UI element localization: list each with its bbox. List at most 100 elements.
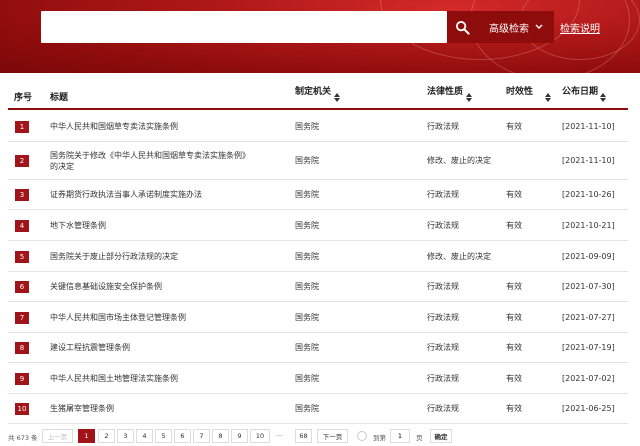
- row-index-badge: 10: [15, 403, 29, 415]
- row-title-link[interactable]: 中华人民共和国土地管理法实施条例: [50, 373, 280, 384]
- row-title-line: 生猪屠宰管理条例: [50, 404, 114, 413]
- row-authority: 国务院: [295, 374, 319, 383]
- row-title-line: 地下水管理条例: [50, 221, 106, 230]
- row-validity: 有效: [506, 343, 522, 352]
- row-index-badge: 2: [15, 155, 29, 167]
- row-nature: 行政法规: [427, 404, 459, 413]
- radio-icon[interactable]: [357, 431, 367, 441]
- table-header: 序号 标题 制定机关 法律性质 时效性 公布日期: [8, 80, 628, 110]
- table-row: 2 国务院关于修改《中华人民共和国烟草专卖法实施条例》 的决定 国务院 修改、废止的决定…: [8, 142, 628, 180]
- row-title-line: 的决定: [50, 162, 74, 171]
- row-title-link[interactable]: 地下水管理条例: [50, 220, 280, 231]
- header-title: 标题: [50, 93, 69, 103]
- search-icon: [455, 20, 470, 35]
- search-button[interactable]: [447, 11, 478, 43]
- row-title-line: 中华人民共和国土地管理法实施条例: [50, 374, 178, 383]
- table-row: 1 中华人民共和国烟草专卖法实施条例 国务院 行政法规 有效 [2021-11-10]: [8, 111, 628, 142]
- page-5[interactable]: 5: [155, 429, 172, 443]
- row-title-link[interactable]: 国务院关于废止部分行政法规的决定: [50, 251, 280, 262]
- page-2[interactable]: 2: [98, 429, 115, 443]
- row-nature: 行政法规: [427, 221, 459, 230]
- page-unit-label: 页: [416, 434, 423, 442]
- prev-page-button[interactable]: 上一页: [42, 429, 73, 443]
- row-title-link[interactable]: 中华人民共和国市场主体登记管理条例: [50, 312, 280, 323]
- row-authority: 国务院: [295, 190, 319, 199]
- page-7[interactable]: 7: [193, 429, 210, 443]
- row-index-badge: 5: [15, 251, 29, 263]
- table-row: 4 地下水管理条例 国务院 行政法规 有效 [2021-10-21]: [8, 210, 628, 241]
- row-title-link[interactable]: 中华人民共和国烟草专卖法实施条例: [50, 121, 280, 132]
- row-authority: 国务院: [295, 404, 319, 413]
- row-title-link[interactable]: 国务院关于修改《中华人民共和国烟草专卖法实施条例》 的决定: [50, 150, 280, 172]
- sort-icon[interactable]: [545, 93, 551, 102]
- row-index-badge: 8: [15, 342, 29, 354]
- row-validity: 有效: [506, 282, 522, 291]
- row-validity: 有效: [506, 374, 522, 383]
- table-row: 8 建设工程抗震管理条例 国务院 行政法规 有效 [2021-07-19]: [8, 333, 628, 363]
- page-last[interactable]: 68: [295, 429, 312, 443]
- row-nature: 行政法规: [427, 313, 459, 322]
- table-row: 6 关键信息基础设施安全保护条例 国务院 行政法规 有效 [2021-07-30]: [8, 272, 628, 302]
- advanced-search-button[interactable]: 高级检索: [478, 11, 554, 43]
- page-9[interactable]: 9: [231, 429, 248, 443]
- row-title-line: 建设工程抗震管理条例: [50, 343, 130, 352]
- row-title-link[interactable]: 生猪屠宰管理条例: [50, 403, 280, 414]
- row-nature: 行政法规: [427, 122, 459, 131]
- row-validity: 有效: [506, 190, 522, 199]
- table-row: 9 中华人民共和国土地管理法实施条例 国务院 行政法规 有效 [2021-07-02]: [8, 363, 628, 394]
- header-nature[interactable]: 法律性质: [427, 84, 463, 97]
- row-authority: 国务院: [295, 156, 319, 165]
- row-title-line: 证券期货行政执法当事人承诺制度实施办法: [50, 190, 202, 199]
- sort-icon[interactable]: [600, 93, 606, 102]
- goto-label: 到第: [373, 434, 386, 442]
- page-3[interactable]: 3: [117, 429, 134, 443]
- row-title-link[interactable]: 建设工程抗震管理条例: [50, 342, 280, 353]
- header-validity[interactable]: 时效性: [506, 84, 533, 97]
- search-input[interactable]: [41, 11, 447, 43]
- row-nature: 行政法规: [427, 190, 459, 199]
- row-validity: 有效: [506, 313, 522, 322]
- row-date: [2021-10-21]: [562, 221, 615, 230]
- row-date: [2021-07-27]: [562, 313, 615, 322]
- row-title-line: 关键信息基础设施安全保护条例: [50, 282, 162, 291]
- table-row: 10 生猪屠宰管理条例 国务院 行政法规 有效 [2021-06-25]: [8, 394, 628, 424]
- advanced-search-label: 高级检索: [489, 23, 529, 35]
- row-authority: 国务院: [295, 313, 319, 322]
- row-nature: 行政法规: [427, 374, 459, 383]
- row-authority: 国务院: [295, 343, 319, 352]
- sort-icon[interactable]: [334, 93, 340, 102]
- row-date: [2021-07-19]: [562, 343, 615, 352]
- row-title-link[interactable]: 证券期货行政执法当事人承诺制度实施办法: [50, 189, 280, 200]
- row-date: [2021-07-02]: [562, 374, 615, 383]
- goto-confirm-button[interactable]: 确定: [430, 429, 452, 443]
- row-validity: 有效: [506, 404, 522, 413]
- page-6[interactable]: 6: [174, 429, 191, 443]
- header-date[interactable]: 公布日期: [562, 84, 598, 97]
- row-title-link[interactable]: 关键信息基础设施安全保护条例: [50, 281, 280, 292]
- pagination: 共 673 条 上一页 1 2 3 4 5 6 7 8 9 10 ··· 68 …: [0, 428, 640, 446]
- row-authority: 国务院: [295, 252, 319, 261]
- page-8[interactable]: 8: [212, 429, 229, 443]
- table-row: 3 证券期货行政执法当事人承诺制度实施办法 国务院 行政法规 有效 [2021-10-26…: [8, 180, 628, 210]
- search-help-link[interactable]: 检索说明: [560, 20, 600, 35]
- row-index-badge: 7: [15, 312, 29, 324]
- row-nature: 修改、废止的决定: [427, 252, 491, 261]
- page-10[interactable]: 10: [250, 429, 270, 443]
- goto-page-input[interactable]: [390, 429, 410, 443]
- row-date: [2021-10-26]: [562, 190, 615, 199]
- row-title-line: 中华人民共和国烟草专卖法实施条例: [50, 122, 178, 131]
- row-nature: 行政法规: [427, 282, 459, 291]
- total-count: 共 673 条: [8, 434, 38, 442]
- row-title-line: 国务院关于修改《中华人民共和国烟草专卖法实施条例》: [50, 151, 250, 160]
- page-1[interactable]: 1: [78, 429, 95, 443]
- row-date: [2021-06-25]: [562, 404, 615, 413]
- page-4[interactable]: 4: [136, 429, 153, 443]
- table-row: 7 中华人民共和国市场主体登记管理条例 国务院 行政法规 有效 [2021-07-27]: [8, 302, 628, 333]
- header-authority[interactable]: 制定机关: [295, 84, 331, 97]
- row-index-badge: 9: [15, 373, 29, 385]
- sort-icon[interactable]: [466, 93, 472, 102]
- header-banner: 高级检索 检索说明: [0, 0, 640, 73]
- row-index-badge: 3: [15, 189, 29, 201]
- row-validity: 有效: [506, 122, 522, 131]
- next-page-button[interactable]: 下一页: [317, 429, 348, 443]
